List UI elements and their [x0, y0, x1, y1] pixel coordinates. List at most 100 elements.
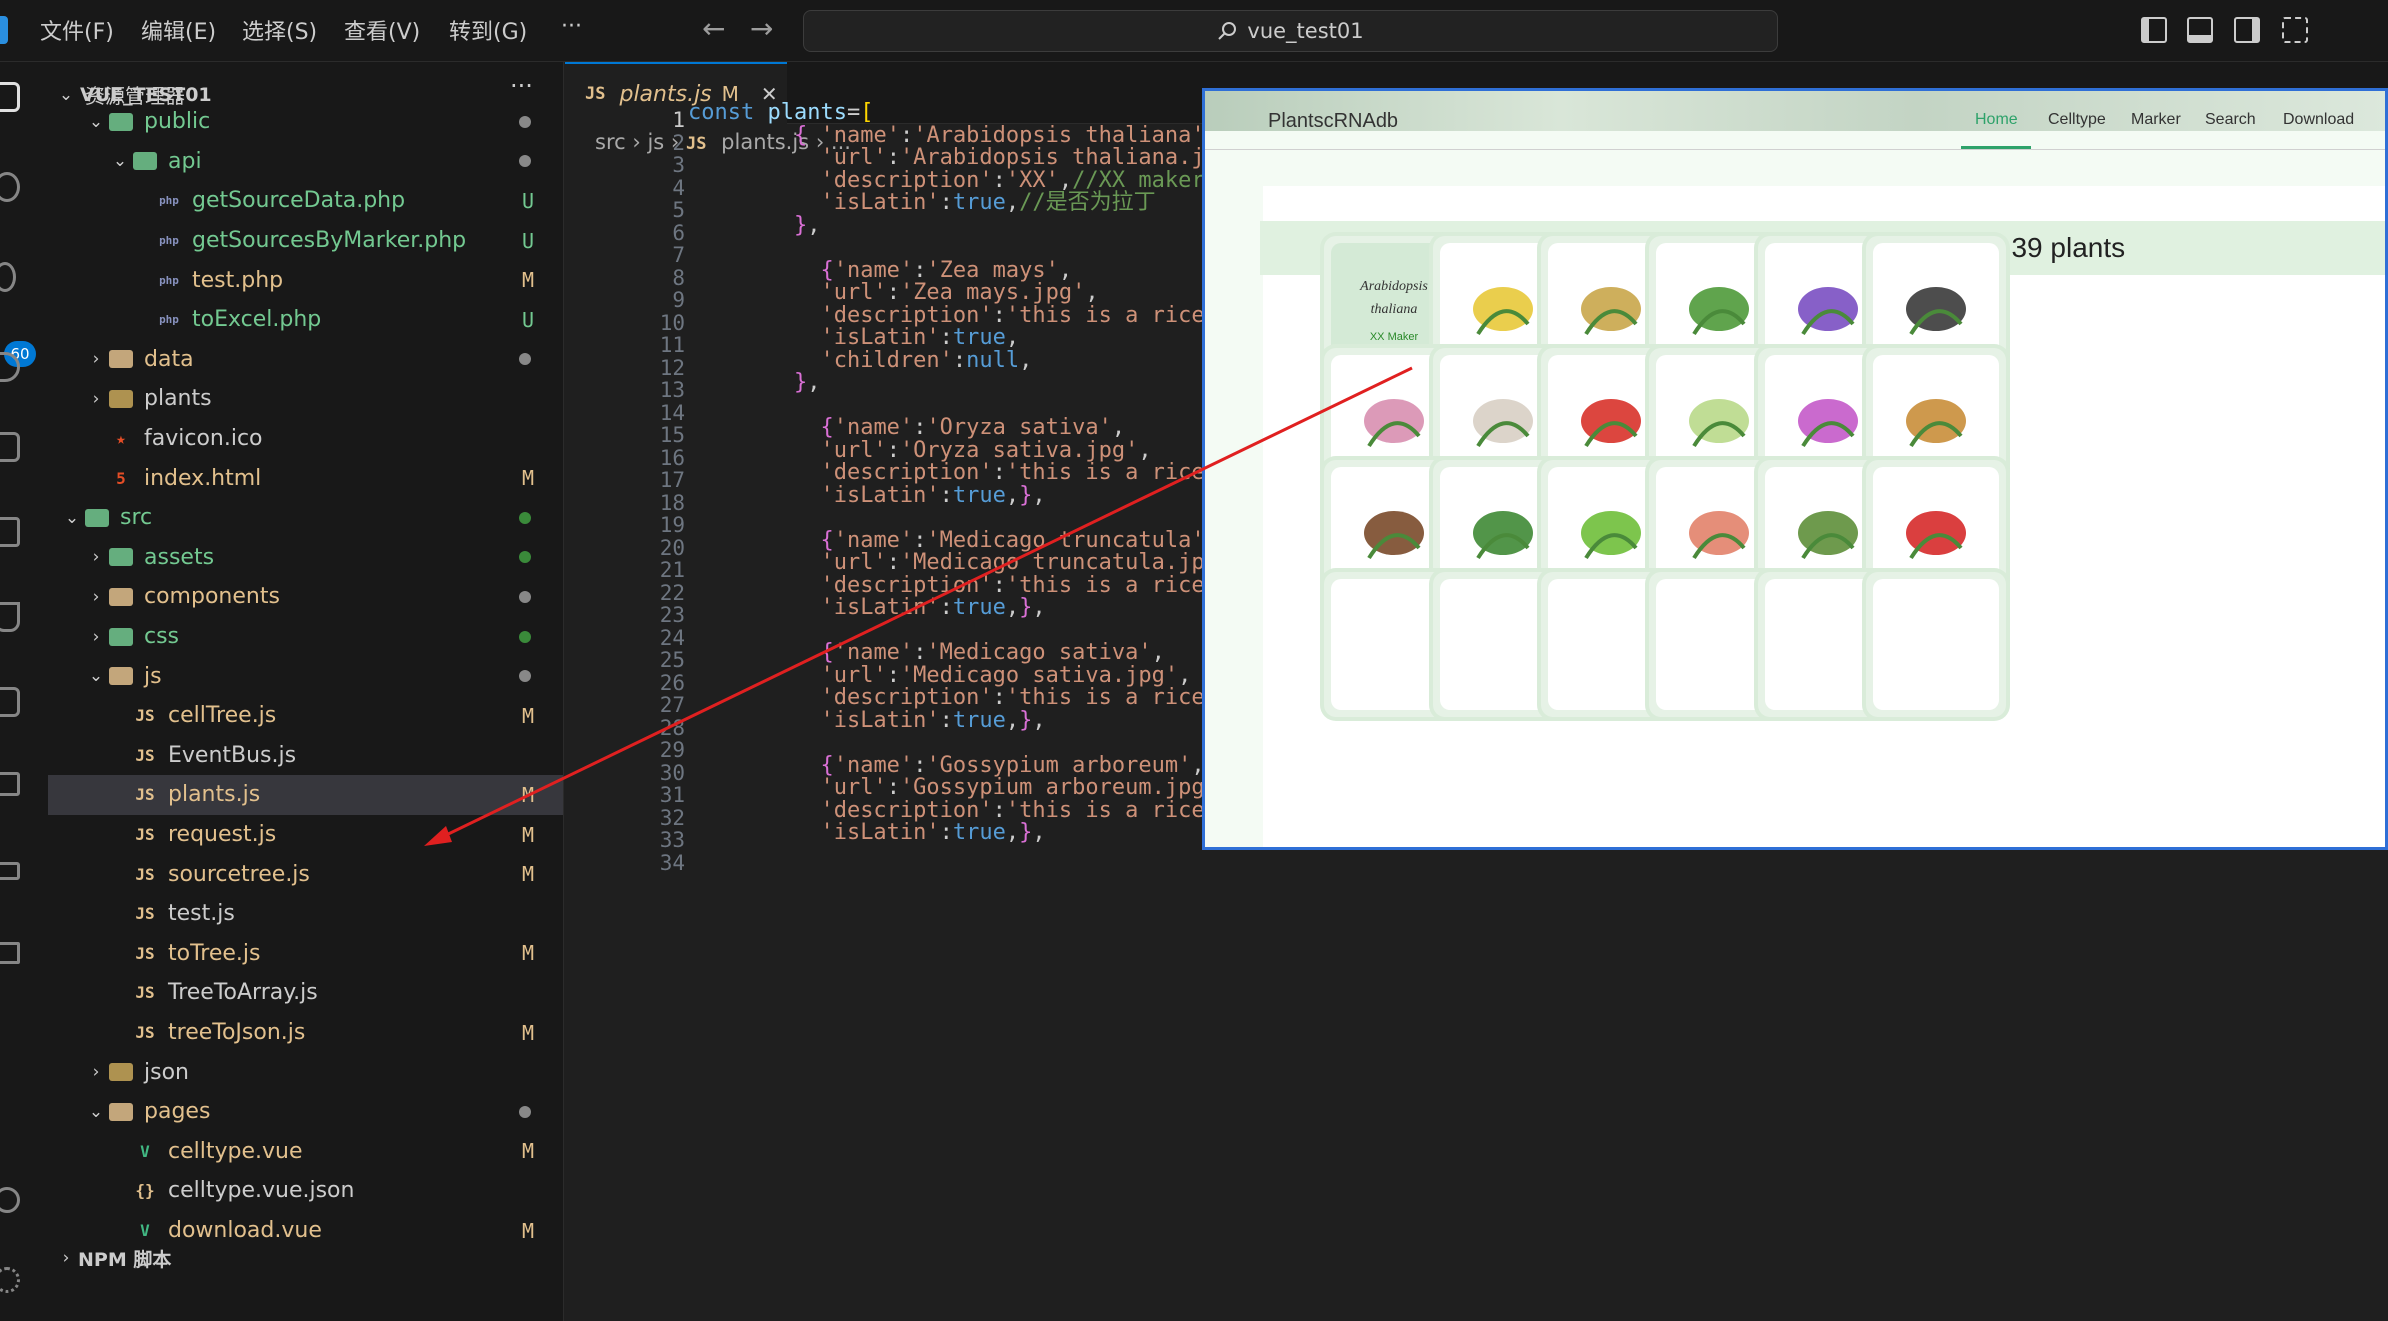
npm-scripts-section[interactable]: › NPM 脚本	[48, 1238, 563, 1278]
js-icon: JS	[135, 1023, 155, 1043]
code-token: 'name'	[833, 752, 914, 778]
tree-item[interactable]: JS EventBus.js	[48, 736, 563, 776]
tree-item[interactable]: php toExcel.php U	[48, 300, 563, 340]
nav-home[interactable]: Home	[1975, 111, 2018, 129]
toggle-secondary-sidebar-icon[interactable]	[2234, 17, 2260, 43]
tree-item[interactable]: Vcelltype.vue M	[48, 1132, 563, 1172]
container-icon[interactable]	[0, 862, 20, 880]
line-number: 5	[672, 198, 685, 222]
tree-item[interactable]: › data	[48, 340, 563, 380]
tree-item[interactable]: 5 index.html M	[48, 458, 563, 498]
tree-item[interactable]: › plants	[48, 379, 563, 419]
code-token: 'url'	[820, 437, 887, 463]
explorer-icon[interactable]	[0, 82, 20, 112]
folder-icon	[108, 388, 134, 410]
git-status-dot	[519, 155, 531, 168]
line-number: 22	[659, 580, 685, 605]
purple-flower-icon	[1798, 286, 1858, 335]
npm-scripts-label: NPM 脚本	[78, 1248, 172, 1271]
toggle-panel-icon[interactable]	[2187, 17, 2213, 43]
tree-item-label: js	[144, 663, 162, 689]
database-icon[interactable]	[0, 772, 20, 796]
plant-card[interactable]	[1866, 572, 2006, 717]
code-token: [	[860, 100, 874, 125]
plant-name: thaliana	[1370, 301, 1418, 317]
menu-edit[interactable]: 编辑(E)	[141, 14, 216, 46]
code-line: {'name':'Medicago sativa',	[688, 640, 1164, 665]
php-icon: php	[159, 234, 179, 248]
code-token: //XX maker	[1072, 167, 1205, 193]
tree-item[interactable]: › json	[48, 1052, 563, 1092]
tree-item[interactable]: JS toTree.js M	[48, 934, 563, 974]
menu-go[interactable]: 转到(G)	[449, 14, 527, 46]
docker-icon[interactable]	[0, 687, 20, 717]
tree-item-label: public	[144, 109, 211, 135]
line-number: 30	[659, 760, 685, 785]
testing-icon[interactable]	[0, 602, 20, 632]
components-folder-icon	[108, 586, 134, 608]
remote-explorer-icon[interactable]	[0, 517, 20, 547]
site-logo[interactable]: PlantscRNAdb	[1268, 110, 1398, 133]
extensions-icon[interactable]	[0, 432, 20, 462]
forward-arrow-icon[interactable]: →	[750, 12, 773, 45]
tree-item[interactable]: ★ favicon.ico	[48, 419, 563, 459]
tree-item[interactable]: ⌄ public	[48, 102, 563, 142]
source-control-icon[interactable]	[0, 262, 16, 292]
line-number: 26	[659, 670, 685, 695]
code-token: 'isLatin'	[820, 707, 940, 733]
code-token: :	[913, 752, 927, 778]
nav-download[interactable]: Download	[2283, 111, 2354, 129]
code-token: 'this is a rice'	[1005, 685, 1218, 710]
code-token: {	[820, 640, 834, 665]
code-token: 'name'	[833, 257, 914, 283]
nav-search[interactable]: Search	[2205, 111, 2256, 129]
tree-item[interactable]: JS request.js M	[48, 815, 563, 855]
pink-flower-icon	[1364, 398, 1424, 447]
toggle-primary-sidebar-icon[interactable]	[2141, 17, 2167, 43]
tree-item[interactable]: JS TreeToArray.js	[48, 973, 563, 1013]
tree-item[interactable]: php getSourcesByMarker.php U	[48, 221, 563, 261]
code-token: 'description'	[820, 572, 993, 598]
customize-layout-icon[interactable]	[2282, 17, 2308, 43]
git-status-badge: M	[521, 1020, 534, 1045]
vscode-logo-icon[interactable]	[0, 16, 8, 44]
back-arrow-icon[interactable]: ←	[702, 12, 725, 45]
tree-item[interactable]: ⌄ api	[48, 142, 563, 182]
code-token: 'Gossypium arboreum.jpg'	[899, 775, 1218, 800]
menu-view[interactable]: 查看(V)	[344, 14, 420, 46]
code-token: :	[913, 527, 927, 553]
terminal-icon[interactable]	[0, 942, 20, 964]
tree-item[interactable]: ⌄ pages	[48, 1092, 563, 1132]
tree-item[interactable]: JS sourcetree.js M	[48, 854, 563, 894]
nav-marker[interactable]: Marker	[2131, 111, 2181, 129]
tree-item[interactable]: JS cellTree.js M	[48, 696, 563, 736]
tree-item[interactable]: › components	[48, 577, 563, 617]
code-token: }	[1019, 595, 1033, 620]
tree-item[interactable]: JS treeToJson.js M	[48, 1013, 563, 1053]
search-activity-icon[interactable]	[0, 172, 20, 202]
menu-file[interactable]: 文件(F)	[40, 14, 114, 46]
tree-item[interactable]: JS plants.js M	[48, 775, 563, 815]
tree-item[interactable]: {} celltype.vue.json	[48, 1171, 563, 1211]
tree-item[interactable]: JS test.js	[48, 894, 563, 934]
code-token: 'Zea mays.jpg'	[899, 280, 1086, 305]
settings-gear-icon[interactable]	[0, 1267, 20, 1293]
tree-item[interactable]: php getSourceData.php U	[48, 181, 563, 221]
menu-selection[interactable]: 选择(S)	[242, 14, 317, 46]
tree-item[interactable]: ⌄ js	[48, 656, 563, 696]
tree-item-label: treeToJson.js	[168, 1020, 306, 1046]
tree-item[interactable]: ⌄ src	[48, 498, 563, 538]
account-icon[interactable]	[0, 1187, 20, 1213]
tree-item[interactable]: › css	[48, 617, 563, 657]
code-token: }	[1019, 820, 1033, 845]
git-status-badge: M	[521, 268, 534, 293]
tree-item[interactable]: › assets	[48, 538, 563, 578]
command-center-search[interactable]: vue_test01	[803, 10, 1778, 52]
tree-item[interactable]: php test.php M	[48, 260, 563, 300]
nav-celltype[interactable]: Celltype	[2048, 111, 2106, 129]
code-line: {'name':'Medicago truncatula',	[688, 527, 1217, 553]
